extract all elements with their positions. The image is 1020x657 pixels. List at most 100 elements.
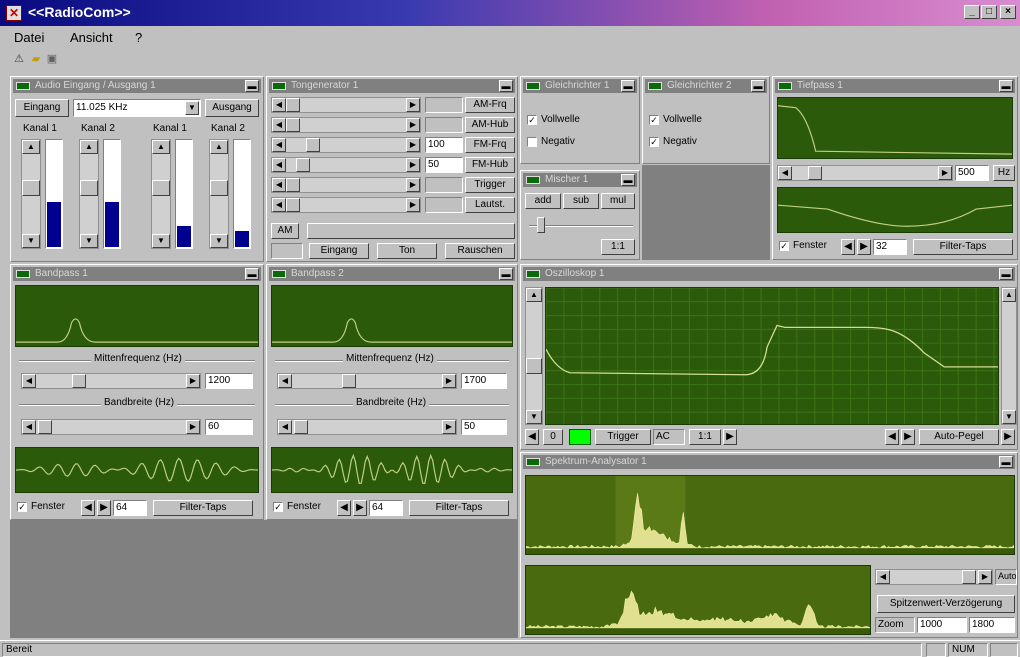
slider-thumb[interactable]: [72, 374, 86, 388]
volume-slider[interactable]: ▲ ▼: [151, 139, 171, 249]
panel-menu-button[interactable]: ▬: [245, 80, 259, 92]
slider-thumb[interactable]: [306, 138, 320, 152]
left-arrow-icon[interactable]: ◀: [885, 429, 899, 445]
right-arrow-icon[interactable]: ▶: [442, 374, 456, 388]
window-checkbox[interactable]: ✓: [779, 241, 789, 251]
vertical-offset-slider[interactable]: ▲ ▼: [525, 287, 543, 425]
slider-thumb[interactable]: [80, 180, 98, 196]
panel-menu-button[interactable]: ▬: [245, 268, 259, 280]
taps-field[interactable]: 32: [873, 239, 907, 255]
tone-source-button[interactable]: Ton: [377, 243, 437, 259]
up-arrow-icon[interactable]: ▲: [526, 288, 542, 302]
slider-thumb[interactable]: [294, 420, 308, 434]
center-frequency-slider[interactable]: ◀ ▶: [21, 373, 201, 389]
left-arrow-icon[interactable]: ◀: [272, 158, 286, 172]
left-arrow-icon[interactable]: ◀: [278, 374, 292, 388]
window-checkbox[interactable]: ✓: [273, 502, 283, 512]
trigger-button[interactable]: Trigger: [595, 429, 651, 445]
slider-thumb[interactable]: [38, 420, 52, 434]
right-arrow-icon[interactable]: ▶: [406, 138, 420, 152]
bandwidth-field[interactable]: 50: [461, 419, 507, 435]
filter-taps-button[interactable]: Filter-Taps: [409, 500, 509, 516]
slider-thumb[interactable]: [210, 180, 228, 196]
right-arrow-icon[interactable]: ▶: [938, 166, 952, 180]
close-button[interactable]: ×: [1000, 5, 1016, 19]
am-button[interactable]: AM: [271, 223, 299, 239]
left-arrow-icon[interactable]: ◀: [876, 570, 890, 584]
volume-slider[interactable]: ▲ ▼: [209, 139, 229, 249]
menu-help[interactable]: ?: [135, 30, 142, 45]
slider-thumb[interactable]: [808, 166, 822, 180]
up-arrow-icon[interactable]: ▲: [152, 140, 170, 154]
left-arrow-icon[interactable]: ◀: [272, 118, 286, 132]
generator-value-field[interactable]: 100: [425, 137, 463, 153]
cutoff-slider[interactable]: ◀ ▶: [777, 165, 953, 181]
window-checkbox[interactable]: ✓: [17, 502, 27, 512]
right-arrow-icon[interactable]: ▶: [353, 500, 367, 516]
cutoff-field[interactable]: 500: [955, 165, 989, 181]
ratio-button[interactable]: 1:1: [601, 239, 635, 255]
slider-thumb[interactable]: [296, 158, 310, 172]
generator-slider[interactable]: ◀ ▶: [271, 97, 421, 113]
left-arrow-icon[interactable]: ◀: [525, 429, 539, 445]
bandwidth-field[interactable]: 60: [205, 419, 253, 435]
slider-thumb[interactable]: [526, 358, 542, 374]
fullwave-checkbox[interactable]: ✓: [649, 115, 659, 125]
coupling-ac-button[interactable]: AC: [653, 429, 685, 445]
slider-thumb[interactable]: [286, 118, 300, 132]
center-frequency-slider[interactable]: ◀ ▶: [277, 373, 457, 389]
bandwidth-slider[interactable]: ◀ ▶: [21, 419, 201, 435]
left-arrow-icon[interactable]: ◀: [841, 239, 855, 255]
spectrum-gain-slider[interactable]: ◀ ▶: [875, 569, 993, 585]
output-button[interactable]: Ausgang: [205, 99, 259, 117]
generator-value-field[interactable]: [425, 117, 463, 133]
right-arrow-icon[interactable]: ▶: [978, 570, 992, 584]
input-button[interactable]: Eingang: [15, 99, 69, 117]
zoom-from-field[interactable]: 1000: [917, 617, 967, 633]
up-arrow-icon[interactable]: ▲: [22, 140, 40, 154]
down-arrow-icon[interactable]: ▼: [22, 234, 40, 248]
filter-taps-button[interactable]: Filter-Taps: [153, 500, 253, 516]
right-arrow-icon[interactable]: ▶: [186, 374, 200, 388]
panel-menu-button[interactable]: ▬: [499, 80, 513, 92]
ratio-button[interactable]: 1:1: [689, 429, 721, 445]
panel-menu-button[interactable]: ▬: [999, 80, 1013, 92]
generator-value-field[interactable]: [425, 97, 463, 113]
menu-file[interactable]: Datei: [14, 30, 44, 45]
bandwidth-slider[interactable]: ◀ ▶: [277, 419, 457, 435]
peak-hold-button[interactable]: Spitzenwert-Verzögerung: [877, 595, 1015, 613]
zero-button[interactable]: 0: [543, 429, 563, 445]
up-arrow-icon[interactable]: ▲: [1002, 288, 1016, 302]
left-arrow-icon[interactable]: ◀: [272, 198, 286, 212]
mul-button[interactable]: mul: [601, 193, 635, 209]
down-arrow-icon[interactable]: ▼: [210, 234, 228, 248]
down-arrow-icon[interactable]: ▼: [152, 234, 170, 248]
panel-menu-button[interactable]: ▬: [999, 268, 1013, 280]
left-arrow-icon[interactable]: ◀: [778, 166, 792, 180]
chevron-down-icon[interactable]: ▼: [185, 101, 199, 115]
volume-slider[interactable]: ▲ ▼: [79, 139, 99, 249]
right-arrow-icon[interactable]: ▶: [1001, 429, 1015, 445]
sub-button[interactable]: sub: [563, 193, 599, 209]
left-arrow-icon[interactable]: ◀: [81, 500, 95, 516]
center-frequency-field[interactable]: 1700: [461, 373, 507, 389]
mix-slider-thumb[interactable]: [537, 217, 545, 233]
up-arrow-icon[interactable]: ▲: [80, 140, 98, 154]
taps-field[interactable]: 64: [113, 500, 147, 516]
generator-slider[interactable]: ◀ ▶: [271, 177, 421, 193]
noise-source-button[interactable]: Rauschen: [445, 243, 515, 259]
gain-slider[interactable]: ▲ ▼: [1001, 287, 1017, 425]
right-arrow-icon[interactable]: ▶: [442, 420, 456, 434]
right-arrow-icon[interactable]: ▶: [186, 420, 200, 434]
panel-menu-button[interactable]: ▬: [621, 80, 635, 92]
generator-slider[interactable]: ◀ ▶: [271, 137, 421, 153]
slider-thumb[interactable]: [286, 178, 300, 192]
right-arrow-icon[interactable]: ▶: [406, 118, 420, 132]
right-arrow-icon[interactable]: ▶: [723, 429, 737, 445]
left-arrow-icon[interactable]: ◀: [272, 98, 286, 112]
up-arrow-icon[interactable]: ▲: [210, 140, 228, 154]
center-frequency-field[interactable]: 1200: [205, 373, 253, 389]
generator-value-field[interactable]: [425, 177, 463, 193]
app-icon[interactable]: ✕: [6, 5, 22, 21]
zoom-to-field[interactable]: 1800: [969, 617, 1015, 633]
